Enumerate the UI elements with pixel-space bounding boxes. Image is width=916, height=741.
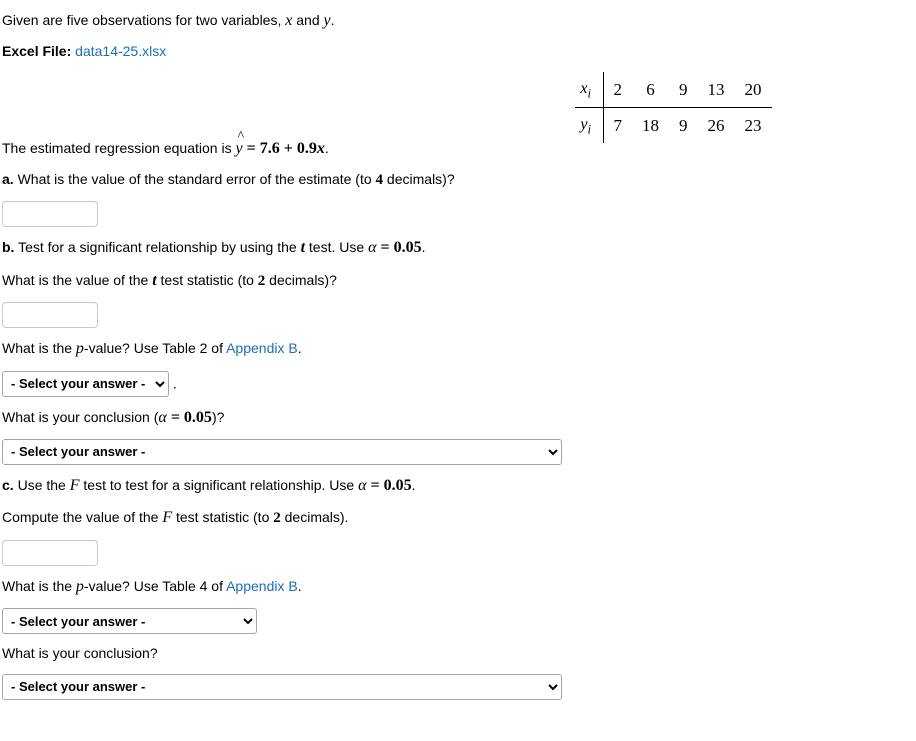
cq1-F: F <box>162 509 172 526</box>
x-val-2: 9 <box>669 72 698 108</box>
b-label: b. <box>2 239 14 255</box>
pvalue-select-c[interactable]: - Select your answer - <box>2 608 257 634</box>
excel-label: Excel File: <box>2 43 75 59</box>
intro-text-1: Given are five observations for two vari… <box>2 12 285 28</box>
b-q2-prompt: What is the p-value? Use Table 2 of Appe… <box>2 338 914 360</box>
bq1-a: What is the value of the <box>2 272 152 288</box>
b-text-2: test. Use <box>305 239 368 255</box>
bq3-c: )? <box>212 409 224 425</box>
c-F: F <box>70 477 80 494</box>
data-table-wrap: xi 2 6 9 13 20 yi 7 18 9 26 23 <box>575 72 772 143</box>
cq1-two: 2 <box>273 510 281 526</box>
regression-line: The estimated regression equation is y =… <box>2 138 914 160</box>
conclusion-select-b[interactable]: - Select your answer - <box>2 439 562 465</box>
period-after-select: . <box>169 375 177 391</box>
y-val-3: 26 <box>698 108 735 144</box>
appendix-b-link-2[interactable]: Appendix B <box>226 578 298 594</box>
a-four: 4 <box>376 172 384 188</box>
b-period: . <box>422 239 426 255</box>
b-q3-prompt: What is your conclusion (α = 0.05)? <box>2 407 914 429</box>
c-label: c. <box>2 477 14 493</box>
std-error-input[interactable] <box>2 201 98 227</box>
bq1-b: test statistic (to <box>157 272 258 288</box>
table-row: xi 2 6 9 13 20 <box>575 72 772 108</box>
x-label: x <box>580 80 587 97</box>
intro-line: Given are five observations for two vari… <box>2 10 914 32</box>
intro-text-3: . <box>331 12 335 28</box>
a-text-1: What is the value of the standard error … <box>14 171 376 187</box>
part-a-prompt: a. What is the value of the standard err… <box>2 170 914 191</box>
cq2-p: p <box>76 578 84 595</box>
y-row-header: yi <box>575 108 603 144</box>
x-val-1: 6 <box>632 72 669 108</box>
y-val-2: 9 <box>669 108 698 144</box>
bq2-p: p <box>76 340 84 357</box>
regression-x: x <box>317 140 325 157</box>
b-q1-prompt: What is the value of the t test statisti… <box>2 270 914 292</box>
bq2-c: . <box>298 340 302 356</box>
c-alpha-val: = 0.05 <box>366 477 411 494</box>
var-y: y <box>324 12 331 29</box>
bq3-a: What is your conclusion ( <box>2 409 158 425</box>
pvalue-select-b[interactable]: - Select your answer - <box>2 371 169 397</box>
x-sub: i <box>588 86 592 100</box>
intro-text-2: and <box>292 12 323 28</box>
c-q2-prompt: What is the p-value? Use Table 4 of Appe… <box>2 576 914 598</box>
excel-file-link[interactable]: data14-25.xlsx <box>75 43 166 59</box>
cq2-b: -value? Use Table 4 of <box>84 578 226 594</box>
table-row: yi 7 18 9 26 23 <box>575 108 772 144</box>
regression-eq: = 7.6 + 0.9 <box>243 140 317 157</box>
c-q3-prompt: What is your conclusion? <box>2 644 914 664</box>
excel-line: Excel File: data14-25.xlsx <box>2 42 914 62</box>
x-val-3: 13 <box>698 72 735 108</box>
x-val-0: 2 <box>603 72 632 108</box>
x-val-4: 20 <box>735 72 772 108</box>
cq1-c: decimals). <box>281 509 349 525</box>
bq3-b: = 0.05 <box>167 409 212 426</box>
b-text-1: Test for a significant relationship by u… <box>14 239 300 255</box>
cq2-a: What is the <box>2 578 76 594</box>
a-text-2: decimals)? <box>383 171 455 187</box>
cq1-b: test statistic (to <box>172 509 273 525</box>
conclusion-select-c[interactable]: - Select your answer - <box>2 674 562 700</box>
y-val-1: 18 <box>632 108 669 144</box>
y-val-4: 23 <box>735 108 772 144</box>
bq2-b: -value? Use Table 2 of <box>84 340 226 356</box>
f-stat-input[interactable] <box>2 540 98 566</box>
y-hat: y <box>235 138 242 160</box>
data-table: xi 2 6 9 13 20 yi 7 18 9 26 23 <box>575 72 772 143</box>
b-alpha-val: = 0.05 <box>376 239 421 256</box>
cq2-c: . <box>298 578 302 594</box>
part-c-prompt: c. Use the F test to test for a signific… <box>2 475 914 497</box>
y-val-0: 7 <box>603 108 632 144</box>
c-q1-prompt: Compute the value of the F test statisti… <box>2 507 914 529</box>
bq3-alpha: α <box>158 409 166 426</box>
t-stat-input[interactable] <box>2 302 98 328</box>
part-b-prompt: b. Test for a significant relationship b… <box>2 237 914 259</box>
c-text-2: test to test for a significant relations… <box>80 477 359 493</box>
bq1-c: decimals)? <box>265 272 337 288</box>
appendix-b-link-1[interactable]: Appendix B <box>226 340 298 356</box>
x-row-header: xi <box>575 72 603 108</box>
bq2-a: What is the <box>2 340 76 356</box>
c-text-1: Use the <box>14 477 70 493</box>
a-label: a. <box>2 171 14 187</box>
cq1-a: Compute the value of the <box>2 509 162 525</box>
y-label: y <box>580 116 587 133</box>
regression-end: . <box>325 140 329 156</box>
c-period: . <box>412 477 416 493</box>
y-sub: i <box>588 123 592 137</box>
regression-pre: The estimated regression equation is <box>2 140 235 156</box>
